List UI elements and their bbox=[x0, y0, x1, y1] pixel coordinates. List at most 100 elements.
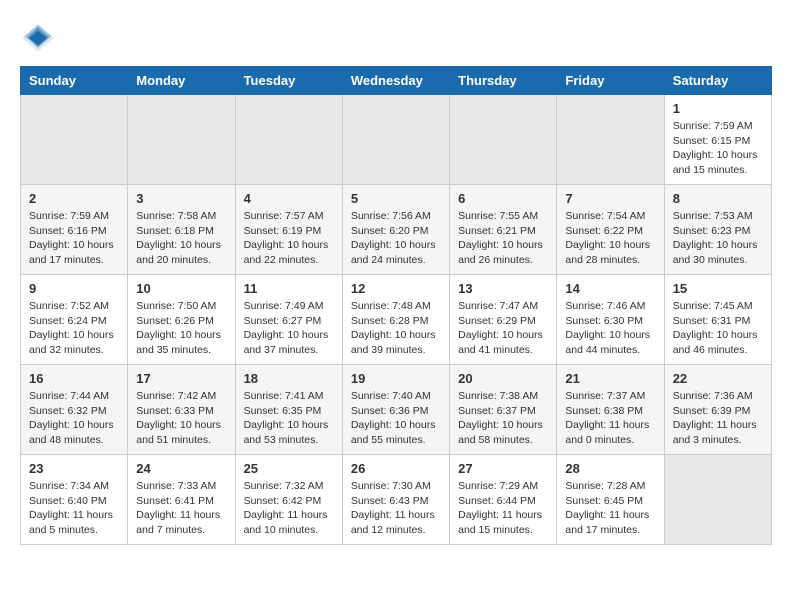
day-number: 3 bbox=[136, 191, 226, 206]
day-info: Sunrise: 7:48 AM Sunset: 6:28 PM Dayligh… bbox=[351, 299, 441, 358]
day-number: 8 bbox=[673, 191, 763, 206]
header-friday: Friday bbox=[557, 67, 664, 95]
day-number: 1 bbox=[673, 101, 763, 116]
calendar-cell: 24Sunrise: 7:33 AM Sunset: 6:41 PM Dayli… bbox=[128, 455, 235, 545]
day-info: Sunrise: 7:37 AM Sunset: 6:38 PM Dayligh… bbox=[565, 389, 655, 448]
logo-icon bbox=[20, 20, 56, 56]
header-sunday: Sunday bbox=[21, 67, 128, 95]
calendar-header-row: SundayMondayTuesdayWednesdayThursdayFrid… bbox=[21, 67, 772, 95]
calendar-table: SundayMondayTuesdayWednesdayThursdayFrid… bbox=[20, 66, 772, 545]
day-number: 26 bbox=[351, 461, 441, 476]
day-info: Sunrise: 7:57 AM Sunset: 6:19 PM Dayligh… bbox=[244, 209, 334, 268]
header-thursday: Thursday bbox=[450, 67, 557, 95]
day-info: Sunrise: 7:55 AM Sunset: 6:21 PM Dayligh… bbox=[458, 209, 548, 268]
day-number: 6 bbox=[458, 191, 548, 206]
calendar-cell: 1 Sunrise: 7:59 AM Sunset: 6:15 PM Daylig… bbox=[664, 95, 771, 185]
day-number: 16 bbox=[29, 371, 119, 386]
calendar-cell: 4 Sunrise: 7:57 AM Sunset: 6:19 PM Daylig… bbox=[235, 185, 342, 275]
calendar-cell: 6 Sunrise: 7:55 AM Sunset: 6:21 PM Daylig… bbox=[450, 185, 557, 275]
day-number: 20 bbox=[458, 371, 548, 386]
day-number: 4 bbox=[244, 191, 334, 206]
day-info: Sunrise: 7:40 AM Sunset: 6:36 PM Dayligh… bbox=[351, 389, 441, 448]
day-number: 15 bbox=[673, 281, 763, 296]
calendar-cell: 13 Sunrise: 7:47 AM Sunset: 6:29 PM Dayli… bbox=[450, 275, 557, 365]
calendar-cell bbox=[450, 95, 557, 185]
day-info: Sunrise: 7:47 AM Sunset: 6:29 PM Dayligh… bbox=[458, 299, 548, 358]
day-number: 27 bbox=[458, 461, 548, 476]
calendar-cell: 7 Sunrise: 7:54 AM Sunset: 6:22 PM Daylig… bbox=[557, 185, 664, 275]
calendar-cell: 21 Sunrise: 7:37 AM Sunset: 6:38 PM Dayli… bbox=[557, 365, 664, 455]
calendar-cell bbox=[664, 455, 771, 545]
calendar-cell: 22 Sunrise: 7:36 AM Sunset: 6:39 PM Dayli… bbox=[664, 365, 771, 455]
day-number: 10 bbox=[136, 281, 226, 296]
day-info: Sunrise: 7:45 AM Sunset: 6:31 PM Dayligh… bbox=[673, 299, 763, 358]
day-info: Sunrise: 7:56 AM Sunset: 6:20 PM Dayligh… bbox=[351, 209, 441, 268]
day-info: Sunrise: 7:36 AM Sunset: 6:39 PM Dayligh… bbox=[673, 389, 763, 448]
calendar-cell: 9 Sunrise: 7:52 AM Sunset: 6:24 PM Daylig… bbox=[21, 275, 128, 365]
day-info: Sunrise: 7:41 AM Sunset: 6:35 PM Dayligh… bbox=[244, 389, 334, 448]
calendar-cell: 20 Sunrise: 7:38 AM Sunset: 6:37 PM Dayli… bbox=[450, 365, 557, 455]
week-row-2: 2Sunrise: 7:59 AM Sunset: 6:16 PM Daylig… bbox=[21, 185, 772, 275]
calendar-cell: 27 Sunrise: 7:29 AM Sunset: 6:44 PM Dayli… bbox=[450, 455, 557, 545]
calendar-cell: 10Sunrise: 7:50 AM Sunset: 6:26 PM Dayli… bbox=[128, 275, 235, 365]
calendar-cell: 23 Sunrise: 7:34 AM Sunset: 6:40 PM Dayli… bbox=[21, 455, 128, 545]
day-info: Sunrise: 7:38 AM Sunset: 6:37 PM Dayligh… bbox=[458, 389, 548, 448]
day-number: 19 bbox=[351, 371, 441, 386]
day-info: Sunrise: 7:49 AM Sunset: 6:27 PM Dayligh… bbox=[244, 299, 334, 358]
day-number: 9 bbox=[29, 281, 119, 296]
calendar-cell: 17Sunrise: 7:42 AM Sunset: 6:33 PM Dayli… bbox=[128, 365, 235, 455]
day-number: 7 bbox=[565, 191, 655, 206]
day-info: Sunrise: 7:28 AM Sunset: 6:45 PM Dayligh… bbox=[565, 479, 655, 538]
page-header bbox=[20, 20, 772, 56]
header-saturday: Saturday bbox=[664, 67, 771, 95]
header-wednesday: Wednesday bbox=[342, 67, 449, 95]
day-number: 28 bbox=[565, 461, 655, 476]
logo bbox=[20, 20, 60, 56]
calendar-cell: 25 Sunrise: 7:32 AM Sunset: 6:42 PM Dayli… bbox=[235, 455, 342, 545]
week-row-3: 9 Sunrise: 7:52 AM Sunset: 6:24 PM Daylig… bbox=[21, 275, 772, 365]
day-number: 13 bbox=[458, 281, 548, 296]
calendar-cell: 28 Sunrise: 7:28 AM Sunset: 6:45 PM Dayli… bbox=[557, 455, 664, 545]
calendar-cell: 16Sunrise: 7:44 AM Sunset: 6:32 PM Dayli… bbox=[21, 365, 128, 455]
calendar-cell: 2Sunrise: 7:59 AM Sunset: 6:16 PM Daylig… bbox=[21, 185, 128, 275]
day-info: Sunrise: 7:54 AM Sunset: 6:22 PM Dayligh… bbox=[565, 209, 655, 268]
day-info: Sunrise: 7:59 AM Sunset: 6:16 PM Dayligh… bbox=[29, 209, 119, 268]
calendar-cell: 19 Sunrise: 7:40 AM Sunset: 6:36 PM Dayli… bbox=[342, 365, 449, 455]
calendar-cell bbox=[557, 95, 664, 185]
day-info: Sunrise: 7:32 AM Sunset: 6:42 PM Dayligh… bbox=[244, 479, 334, 538]
header-tuesday: Tuesday bbox=[235, 67, 342, 95]
calendar-cell: 12 Sunrise: 7:48 AM Sunset: 6:28 PM Dayli… bbox=[342, 275, 449, 365]
week-row-4: 16Sunrise: 7:44 AM Sunset: 6:32 PM Dayli… bbox=[21, 365, 772, 455]
day-info: Sunrise: 7:59 AM Sunset: 6:15 PM Dayligh… bbox=[673, 119, 763, 178]
calendar-cell: 8 Sunrise: 7:53 AM Sunset: 6:23 PM Daylig… bbox=[664, 185, 771, 275]
day-number: 22 bbox=[673, 371, 763, 386]
day-number: 25 bbox=[244, 461, 334, 476]
header-monday: Monday bbox=[128, 67, 235, 95]
calendar-cell bbox=[128, 95, 235, 185]
day-info: Sunrise: 7:58 AM Sunset: 6:18 PM Dayligh… bbox=[136, 209, 226, 268]
day-number: 5 bbox=[351, 191, 441, 206]
day-info: Sunrise: 7:34 AM Sunset: 6:40 PM Dayligh… bbox=[29, 479, 119, 538]
day-info: Sunrise: 7:53 AM Sunset: 6:23 PM Dayligh… bbox=[673, 209, 763, 268]
calendar-cell: 11 Sunrise: 7:49 AM Sunset: 6:27 PM Dayli… bbox=[235, 275, 342, 365]
day-info: Sunrise: 7:29 AM Sunset: 6:44 PM Dayligh… bbox=[458, 479, 548, 538]
calendar-cell: 15 Sunrise: 7:45 AM Sunset: 6:31 PM Dayli… bbox=[664, 275, 771, 365]
calendar-cell bbox=[235, 95, 342, 185]
week-row-1: 1 Sunrise: 7:59 AM Sunset: 6:15 PM Daylig… bbox=[21, 95, 772, 185]
day-info: Sunrise: 7:46 AM Sunset: 6:30 PM Dayligh… bbox=[565, 299, 655, 358]
calendar-cell: 18Sunrise: 7:41 AM Sunset: 6:35 PM Dayli… bbox=[235, 365, 342, 455]
day-number: 21 bbox=[565, 371, 655, 386]
calendar-cell: 14 Sunrise: 7:46 AM Sunset: 6:30 PM Dayli… bbox=[557, 275, 664, 365]
day-number: 23 bbox=[29, 461, 119, 476]
calendar-cell: 3 Sunrise: 7:58 AM Sunset: 6:18 PM Daylig… bbox=[128, 185, 235, 275]
day-info: Sunrise: 7:52 AM Sunset: 6:24 PM Dayligh… bbox=[29, 299, 119, 358]
week-row-5: 23 Sunrise: 7:34 AM Sunset: 6:40 PM Dayli… bbox=[21, 455, 772, 545]
calendar-cell bbox=[21, 95, 128, 185]
day-number: 14 bbox=[565, 281, 655, 296]
day-number: 12 bbox=[351, 281, 441, 296]
day-number: 24 bbox=[136, 461, 226, 476]
day-info: Sunrise: 7:30 AM Sunset: 6:43 PM Dayligh… bbox=[351, 479, 441, 538]
calendar-cell bbox=[342, 95, 449, 185]
day-number: 11 bbox=[244, 281, 334, 296]
calendar-cell: 5 Sunrise: 7:56 AM Sunset: 6:20 PM Daylig… bbox=[342, 185, 449, 275]
